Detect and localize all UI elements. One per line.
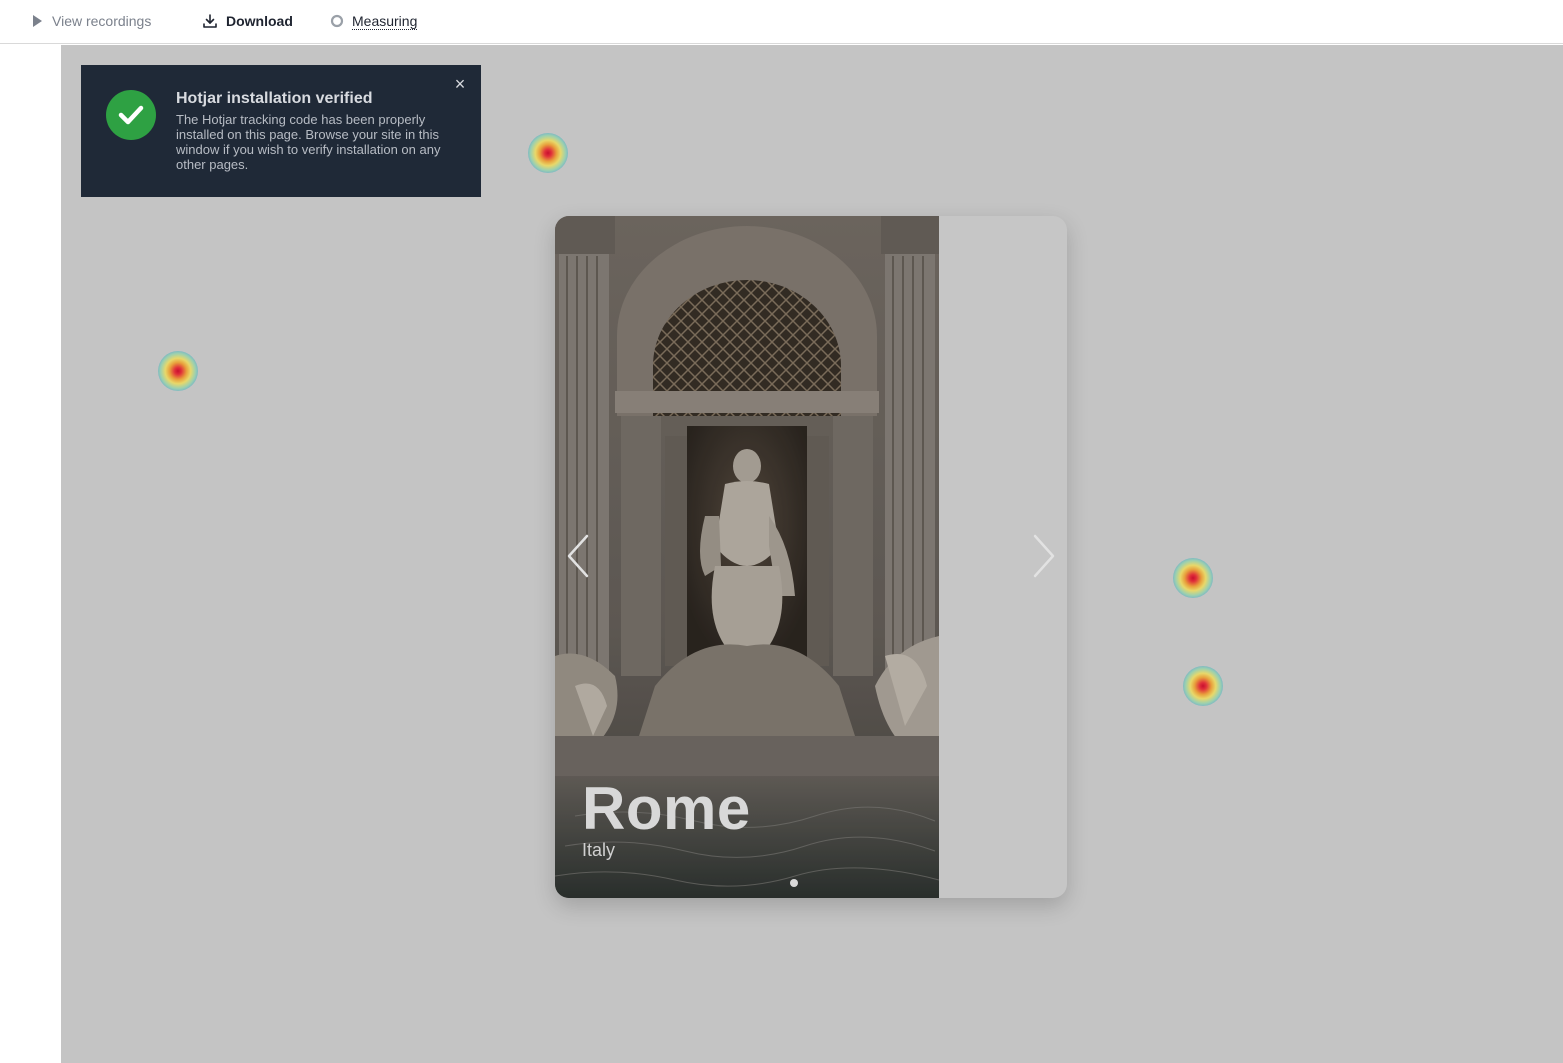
download-button[interactable]: Download <box>202 10 293 32</box>
card-city-title: Rome <box>582 775 751 842</box>
record-status-icon <box>330 14 344 28</box>
download-icon <box>202 13 218 29</box>
destination-card: Rome Italy <box>555 216 1067 898</box>
carousel-next-button[interactable] <box>1029 532 1059 580</box>
chevron-right-icon <box>1033 534 1055 578</box>
chevron-left-icon <box>567 534 589 578</box>
carousel-prev-button[interactable] <box>563 532 593 580</box>
heatmap-spot <box>1173 558 1213 598</box>
measuring-label: Measuring <box>352 12 418 30</box>
download-label: Download <box>226 13 293 29</box>
heatmap-stage: Hotjar installation verified The Hotjar … <box>61 45 1563 1063</box>
heatmap-spot <box>158 351 198 391</box>
play-icon <box>30 14 44 28</box>
heatmap-spot <box>1183 666 1223 706</box>
installation-verified-toast: Hotjar installation verified The Hotjar … <box>81 65 481 197</box>
left-margin <box>0 45 61 1063</box>
card-country-subtitle: Italy <box>582 840 616 860</box>
heatmap-toolbar: View recordings Download Measuring <box>0 0 1563 44</box>
carousel-dot-active[interactable] <box>790 879 798 887</box>
toast-title: Hotjar installation verified <box>176 90 373 107</box>
heatmap-spot <box>528 133 568 173</box>
toast-body: The Hotjar tracking code has been proper… <box>176 112 441 172</box>
view-recordings-label: View recordings <box>52 13 152 29</box>
check-circle-icon <box>106 90 156 140</box>
close-icon[interactable]: × <box>451 75 469 93</box>
rome-trevi-fountain-image: Rome Italy <box>555 216 939 898</box>
measuring-status[interactable]: Measuring <box>330 10 418 32</box>
view-recordings-button[interactable]: View recordings <box>30 10 151 32</box>
